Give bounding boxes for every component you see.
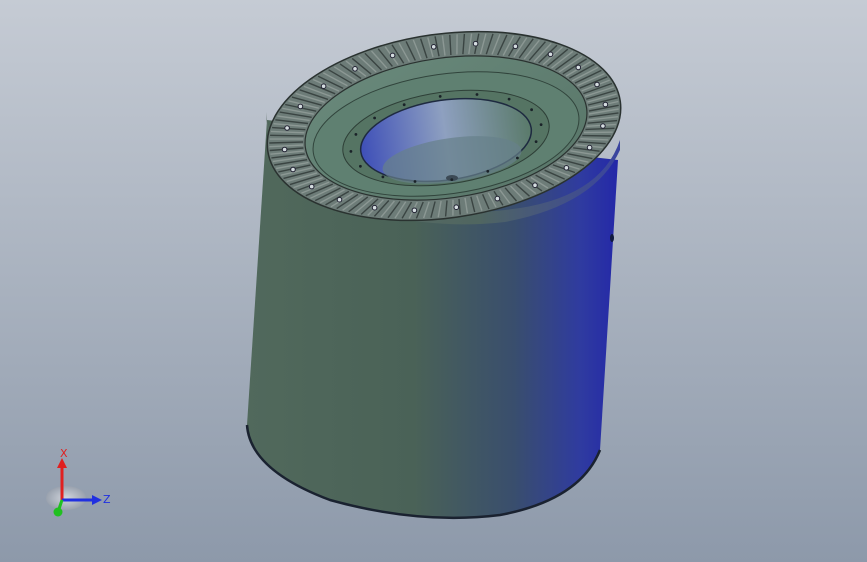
bolt-hole: [371, 204, 378, 211]
gear-tooth: [270, 134, 304, 137]
flange-hole: [539, 123, 543, 126]
gear-tooth: [269, 141, 304, 144]
bolt-hole: [320, 83, 327, 89]
side-hole: [610, 234, 614, 242]
flange-hole: [534, 140, 538, 144]
bolt-hole: [494, 195, 501, 202]
model-view[interactable]: [0, 0, 867, 562]
y-axis-end: [53, 507, 63, 517]
bolt-hole: [389, 52, 396, 59]
bolt-hole: [600, 123, 606, 129]
flange-hole: [413, 180, 417, 183]
bolt-hole: [284, 125, 290, 131]
flange-hole: [359, 164, 362, 168]
bolt-hole: [532, 182, 538, 188]
z-axis-label: Z: [103, 493, 111, 506]
bolt-hole: [290, 166, 296, 173]
bolt-hole: [602, 101, 609, 108]
flange-hole: [354, 133, 358, 136]
z-axis-arrow: [92, 495, 102, 505]
flange-hole: [450, 178, 454, 182]
flange-hole: [373, 116, 376, 120]
bolt-hole: [281, 146, 288, 153]
bolt-hole: [586, 144, 593, 151]
bolt-hole: [297, 103, 304, 110]
flange-hole: [486, 169, 490, 173]
bolt-hole: [336, 196, 343, 203]
bolt-hole: [411, 207, 418, 214]
bolt-hole: [472, 40, 479, 47]
flange-hole: [349, 150, 353, 153]
flange-hole: [381, 175, 385, 179]
bolt-hole: [594, 81, 600, 88]
axis-triad: X Z: [46, 447, 111, 517]
flange-hole: [530, 108, 533, 112]
graphics-viewport[interactable]: X Z: [0, 0, 867, 562]
bolt-hole: [575, 64, 582, 71]
bolt-hole: [453, 204, 460, 210]
flange-hole: [516, 156, 519, 160]
triad-disk: [46, 486, 86, 510]
bolt-hole: [547, 51, 554, 58]
bolt-hole: [430, 44, 437, 50]
flange-hole: [475, 93, 479, 96]
x-axis-label: X: [60, 447, 68, 460]
bolt-hole: [352, 66, 358, 72]
flange-hole: [438, 95, 442, 98]
flange-hole: [402, 103, 406, 107]
flange-hole: [507, 97, 511, 101]
bolt-hole: [512, 43, 519, 50]
bolt-hole: [308, 183, 315, 190]
bolt-hole: [563, 165, 570, 171]
